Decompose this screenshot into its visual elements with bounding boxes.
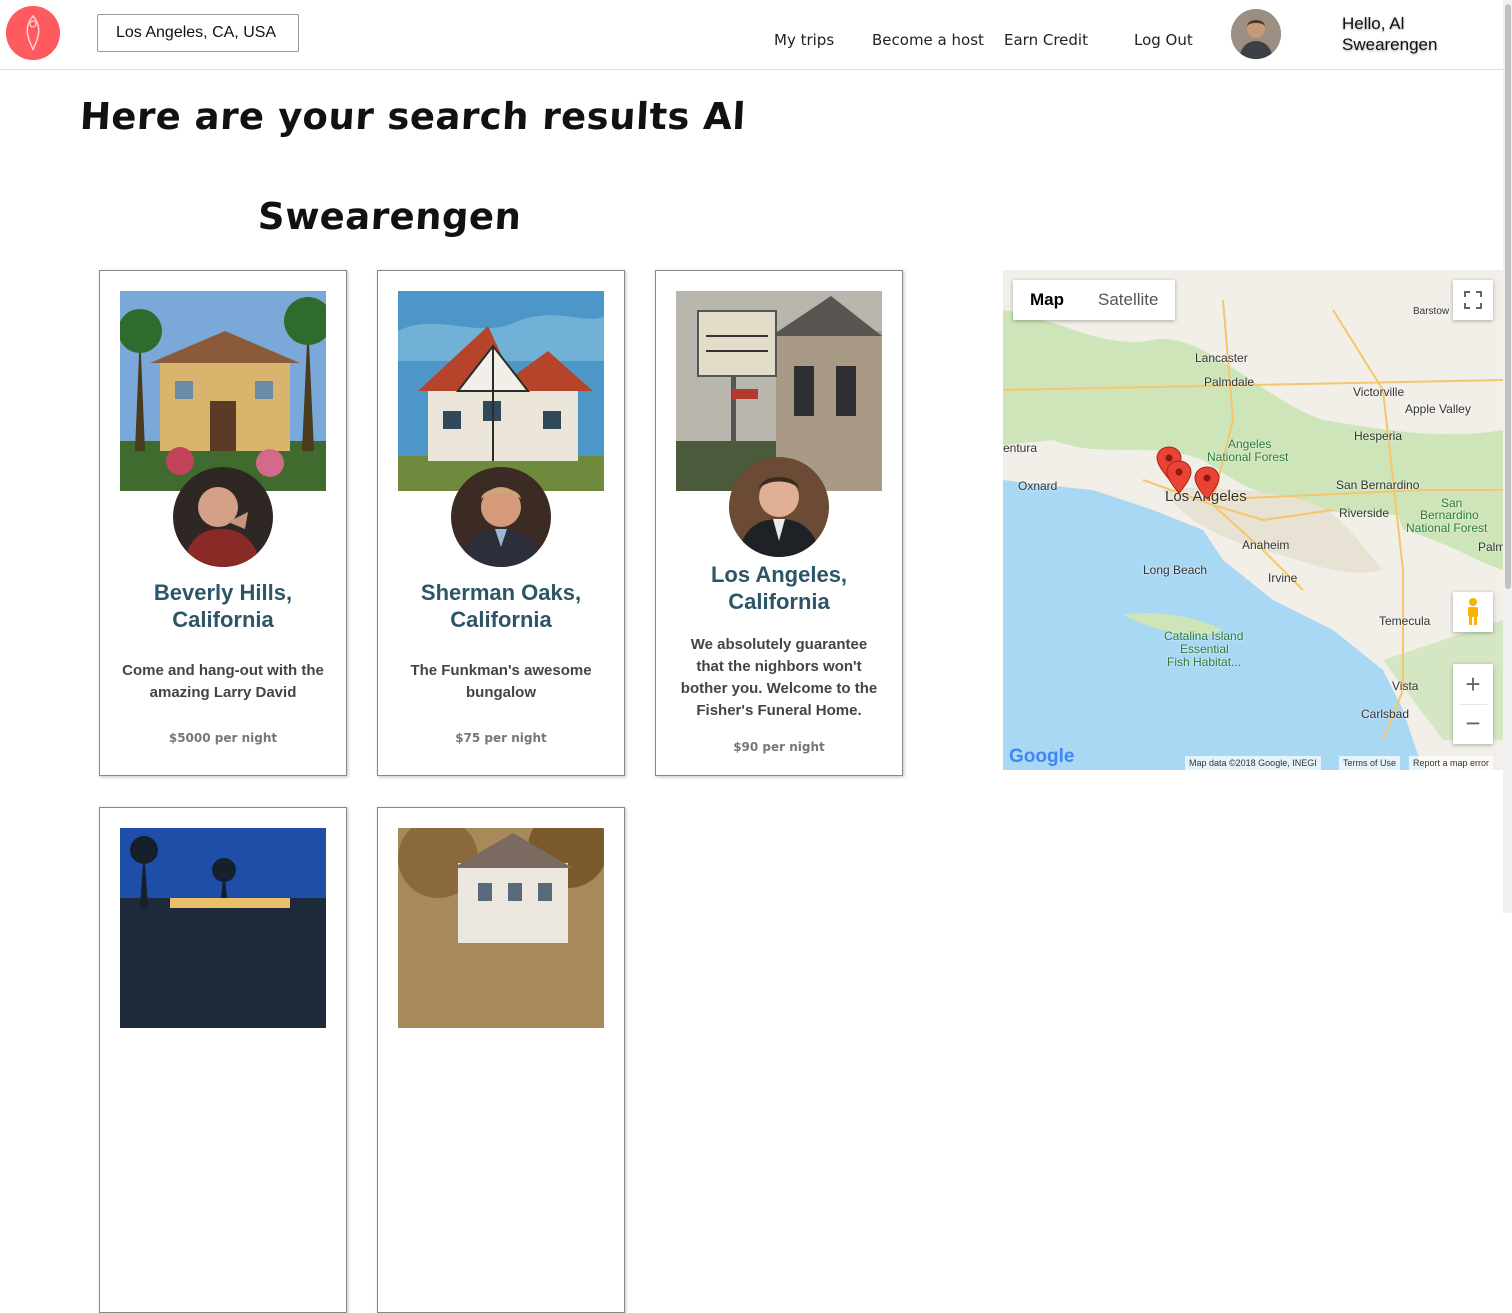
zoom-out-button[interactable]: − <box>1453 705 1493 744</box>
nav-become-host[interactable]: Become a host <box>872 31 984 49</box>
map-marker-icon[interactable] <box>1194 466 1220 500</box>
map-label: Vista <box>1392 679 1419 693</box>
map-label: Carlsbad <box>1361 707 1410 721</box>
listing-desc-line4: Fisher's Funeral Home. <box>696 702 862 719</box>
greeting-line1: Hello, Al <box>1342 14 1405 33</box>
nav-my-trips[interactable]: My trips <box>774 31 834 49</box>
listing-desc-line1: The Funkman's awesome <box>410 662 592 679</box>
search-input[interactable] <box>97 14 299 52</box>
listing-card[interactable] <box>377 807 625 1313</box>
map-terms-link[interactable]: Terms of Use <box>1339 756 1401 770</box>
listing-city: Beverly Hills, California <box>100 579 346 633</box>
map-widget[interactable]: Barstow Lancaster Palmdale Victorville A… <box>1003 270 1503 770</box>
map-label: National Forest <box>1406 521 1488 535</box>
listing-desc-line1: We absolutely guarantee <box>690 636 868 653</box>
map-label: Hesperia <box>1354 429 1403 443</box>
listing-card[interactable]: Los Angeles, California We absolutely gu… <box>655 270 903 776</box>
map-label: Riverside <box>1339 506 1390 520</box>
zoom-in-button[interactable]: + <box>1453 664 1493 704</box>
map-label: San Bernardino <box>1336 478 1420 492</box>
listing-description: The Funkman's awesome bungalow <box>390 660 612 704</box>
map-report-link[interactable]: Report a map error <box>1409 756 1494 770</box>
user-avatar[interactable] <box>1231 9 1281 59</box>
map-data-attribution: Map data ©2018 Google, INEGI <box>1185 756 1321 770</box>
host-avatar[interactable] <box>451 467 551 567</box>
nav-earn-credit[interactable]: Earn Credit <box>1004 31 1088 49</box>
listing-card[interactable] <box>99 807 347 1313</box>
map-label: Victorville <box>1353 385 1405 399</box>
listing-city-line1: Sherman Oaks, <box>420 580 582 605</box>
map-label: Temecula <box>1379 614 1431 628</box>
map-type-control: Map Satellite <box>1013 280 1176 320</box>
map-label: Apple Valley <box>1405 402 1471 416</box>
logo-icon[interactable] <box>6 6 60 60</box>
zoom-control: + − <box>1453 664 1493 744</box>
host-avatar[interactable] <box>729 457 829 557</box>
fullscreen-icon[interactable] <box>1453 280 1493 320</box>
map-label: Long Beach <box>1143 563 1208 577</box>
top-nav: My trips Become a host Earn Credit Log O… <box>0 0 1503 70</box>
listing-photo[interactable] <box>120 291 326 491</box>
page-title-line2: Swearengen <box>256 195 523 238</box>
map-label: Lancaster <box>1195 351 1248 365</box>
map-label: Bernardino <box>1420 508 1479 522</box>
listing-city-line1: Beverly Hills, <box>153 580 293 605</box>
map-tab-map[interactable]: Map <box>1013 280 1081 320</box>
map-label: entura <box>1003 441 1038 455</box>
map-label: Barstow <box>1413 306 1450 317</box>
listing-price: $90 per night <box>733 740 825 754</box>
map-label: Fish Habitat... <box>1167 655 1242 669</box>
map-label: Irvine <box>1268 571 1298 585</box>
map-markers <box>1156 446 1220 500</box>
scrollbar-thumb[interactable] <box>1505 4 1511 589</box>
nav-log-out[interactable]: Log Out <box>1134 31 1193 49</box>
listing-photo[interactable] <box>398 828 604 1028</box>
listing-desc-line2: that the nighbors won't <box>696 658 862 675</box>
listing-desc-line2: bungalow <box>466 684 536 701</box>
host-avatar[interactable] <box>173 467 273 567</box>
street-view-pegman-icon[interactable] <box>1453 592 1493 632</box>
listing-card[interactable]: Beverly Hills, California Come and hang-… <box>99 270 347 776</box>
listing-price: $75 per night <box>455 731 547 745</box>
listing-city: Sherman Oaks, California <box>378 579 624 633</box>
map-label: Oxnard <box>1018 479 1058 493</box>
listing-city-line1: Los Angeles, <box>710 562 848 587</box>
listing-city-line2: California <box>450 607 552 632</box>
map-label: Palm <box>1478 540 1503 554</box>
map-tab-satellite[interactable]: Satellite <box>1081 280 1175 320</box>
listing-description: We absolutely guarantee that the nighbor… <box>668 634 890 722</box>
map-label: Catalina Island <box>1164 629 1244 643</box>
page-title: Here are your search results Al <box>78 95 747 138</box>
map-label: Anaheim <box>1242 538 1290 552</box>
map-label: Essential <box>1180 642 1229 656</box>
greeting-line2: Swearengen <box>1342 35 1438 54</box>
listing-city: Los Angeles, California <box>656 561 902 615</box>
listing-photo[interactable] <box>120 828 326 1028</box>
listing-city-line2: California <box>172 607 274 632</box>
google-logo: Google <box>1009 746 1075 767</box>
listing-desc-line2: amazing Larry David <box>149 684 297 701</box>
listing-photo[interactable] <box>398 291 604 491</box>
map-label: Palmdale <box>1204 375 1255 389</box>
map-label: Angeles <box>1228 437 1272 451</box>
listing-price: $5000 per night <box>168 731 278 745</box>
greeting: Hello, Al Swearengen <box>1342 13 1437 55</box>
listing-desc-line3: bother you. Welcome to the <box>680 680 878 697</box>
listing-desc-line1: Come and hang-out with the <box>122 662 324 679</box>
listing-city-line2: California <box>728 589 830 614</box>
listing-card[interactable]: Sherman Oaks, California The Funkman's a… <box>377 270 625 776</box>
map-marker-icon[interactable] <box>1166 460 1192 494</box>
listing-description: Come and hang-out with the amazing Larry… <box>112 660 334 704</box>
